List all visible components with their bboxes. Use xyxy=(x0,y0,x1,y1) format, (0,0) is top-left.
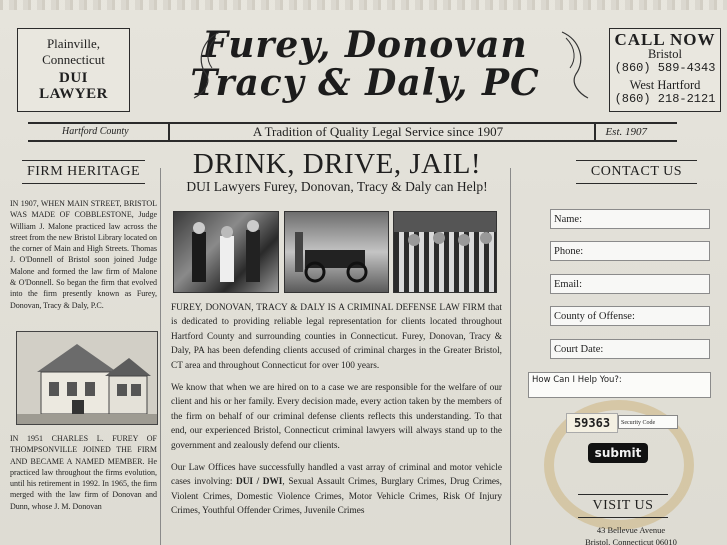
court-date-field[interactable]: Court Date: xyxy=(550,339,710,359)
help-message-textarea[interactable]: How Can I Help You?: xyxy=(528,372,711,398)
location-box: Plainville, Connecticut DUI LAWYER xyxy=(17,28,130,112)
prisoners-photo-icon xyxy=(394,212,496,246)
newspaper-page: Plainville, Connecticut DUI LAWYER Furey… xyxy=(0,0,727,545)
lawyer-label: LAWYER xyxy=(39,86,108,102)
email-field[interactable]: Email: xyxy=(550,274,710,294)
location-city: Plainville, xyxy=(46,36,101,51)
contact-us-heading: CONTACT US xyxy=(576,160,697,184)
bristol-label: Bristol xyxy=(647,47,683,61)
heritage-paragraph-1: IN 1907, WHEN MAIN STREET, BRISTOL WAS M… xyxy=(10,199,157,310)
dui-dwi-bold: DUI / DWI xyxy=(236,477,283,488)
county-of-offense-field[interactable]: County of Offense: xyxy=(550,306,710,326)
phone-field[interactable]: Phone: xyxy=(550,241,710,261)
tagline-divider xyxy=(168,124,170,140)
left-flourish-icon xyxy=(193,31,221,99)
visit-us-section: VISIT US xyxy=(578,494,668,518)
submit-button[interactable]: submit xyxy=(588,443,648,463)
article-paragraph-1: FUREY, DONOVAN, TRACY & DALY IS A CRIMIN… xyxy=(171,303,502,371)
tradition-tagline: A Tradition of Quality Legal Service sin… xyxy=(252,124,504,139)
firm-heritage-column: FIRM HERITAGE IN 1907, WHEN MAIN STREET,… xyxy=(10,160,158,512)
car-crash-photo-icon xyxy=(295,232,368,283)
call-now-box: CALL NOW Bristol (860) 589-4343 West Har… xyxy=(609,28,721,112)
historic-house-image xyxy=(16,330,158,425)
address-city: Bristol, Connecticut 06010 xyxy=(585,537,677,545)
article-body: FUREY, DONOVAN, TRACY & DALY IS A CRIMIN… xyxy=(171,301,502,519)
article-paragraph-2: We know that when we are hired on to a c… xyxy=(171,383,502,451)
security-code-input[interactable]: Security Code xyxy=(618,415,678,429)
location-state: Connecticut xyxy=(42,52,105,67)
name-field[interactable]: Name: xyxy=(550,209,710,229)
call-now-label: CALL NOW xyxy=(614,30,716,49)
hartford-county-label: Hartford County xyxy=(62,126,129,137)
headline: DRINK, DRIVE, JAIL! xyxy=(192,148,482,180)
house-illustration-icon xyxy=(17,331,157,424)
firm-masthead[interactable]: Furey, Donovan Tracy & Daly, PC xyxy=(150,26,589,102)
column-rule xyxy=(160,168,161,545)
tagline-divider xyxy=(594,124,596,140)
captcha-image: 59363 xyxy=(566,413,618,433)
firm-heritage-heading: FIRM HERITAGE xyxy=(22,160,145,184)
office-address: 43 Bellevue Avenue Bristol, Connecticut … xyxy=(556,524,706,545)
tagline-bar: Hartford County A Tradition of Quality L… xyxy=(28,122,677,142)
west-hartford-phone[interactable]: (860) 218-2121 xyxy=(610,92,720,106)
bristol-phone[interactable]: (860) 589-4343 xyxy=(610,61,720,75)
west-hartford-label: West Hartford xyxy=(629,78,701,92)
main-article: DRINK, DRIVE, JAIL! DUI Lawyers Furey, D… xyxy=(163,148,511,527)
article-paragraph-3: Our Law Offices have successfully handle… xyxy=(171,461,502,519)
dui-label: DUI xyxy=(58,70,88,86)
officers-photo-icon xyxy=(192,220,260,282)
heritage-paragraph-2: IN 1951 CHARLES L. FUREY OF THOMPSONVILL… xyxy=(10,433,157,511)
photo-strip xyxy=(173,211,497,293)
address-street: 43 Bellevue Avenue xyxy=(596,525,666,535)
visit-us-heading: VISIT US xyxy=(578,494,668,518)
vintage-photo-car-crash xyxy=(284,211,389,293)
vintage-photo-prisoners xyxy=(393,211,497,293)
subheadline: DUI Lawyers Furey, Donovan, Tracy & Daly… xyxy=(186,179,488,194)
contact-column: CONTACT US Name: Phone: Email: County of… xyxy=(516,160,727,545)
vintage-photo-officers xyxy=(173,211,279,293)
established-label: Est. 1907 xyxy=(605,126,647,138)
right-flourish-icon xyxy=(561,31,589,99)
